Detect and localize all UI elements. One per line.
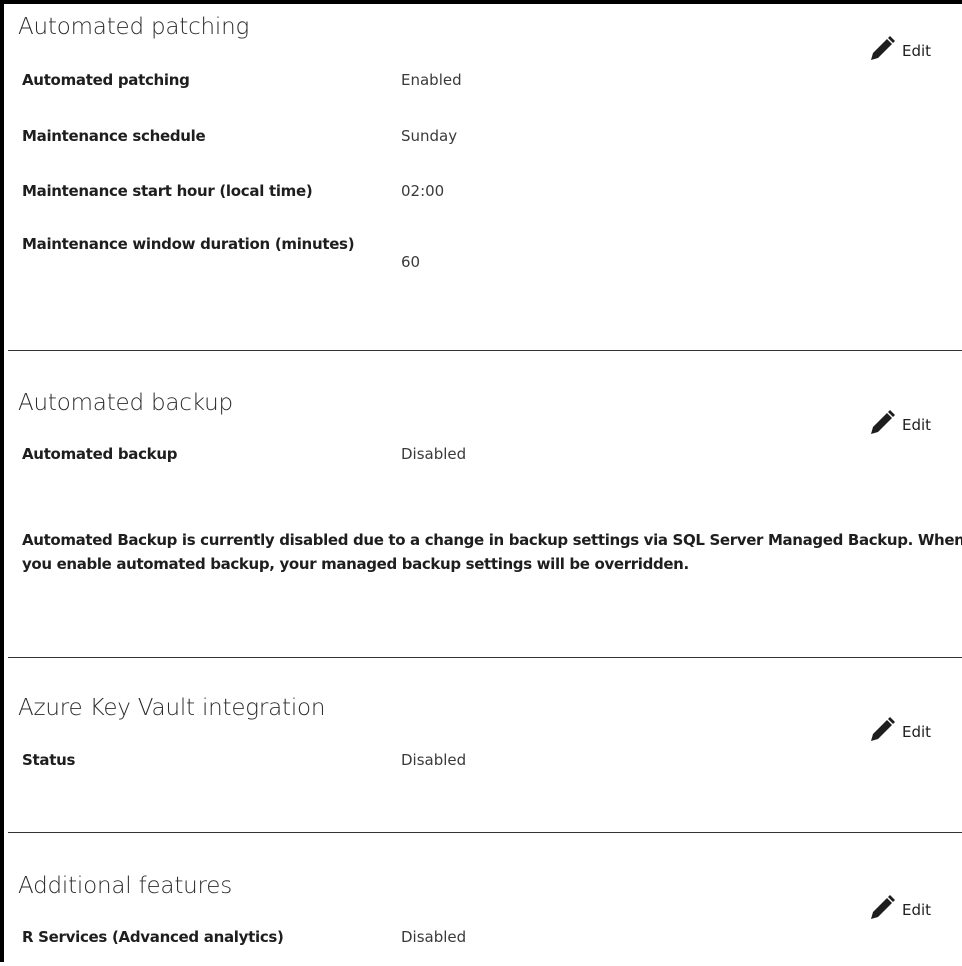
additional-features-section: Additional features Edit R Services (Adv… [4,832,962,966]
property-label: Maintenance start hour (local time) [22,182,313,200]
property-label: R Services (Advanced analytics) [22,928,284,946]
property-label: Maintenance schedule [22,127,206,145]
property-value: 02:00 [401,182,445,200]
edit-additional-features-button[interactable]: Edit [868,895,931,921]
automated-patching-section: Automated patching Edit Automated patchi… [4,4,962,354]
settings-panel: Automated patching Edit Automated patchi… [0,0,962,962]
edit-patching-button[interactable]: Edit [868,36,931,62]
key-vault-section: Azure Key Vault integration Edit Status … [4,657,962,835]
property-value: Sunday [401,127,458,145]
automated-backup-section: Automated backup Edit Automated backup D… [4,350,962,660]
section-title: Additional features [18,873,232,899]
property-label: Maintenance window duration (minutes) [22,235,355,253]
edit-label: Edit [902,42,932,60]
backup-notice: Automated Backup is currently disabled d… [22,531,962,573]
pencil-icon [868,36,898,62]
property-value: 60 [401,253,421,271]
pencil-icon [868,717,898,743]
property-label: Automated backup [22,445,178,463]
pencil-icon [868,410,898,436]
property-value: Disabled [401,445,467,463]
property-label: Status [22,751,76,769]
property-value: Disabled [401,928,467,946]
section-title: Automated backup [18,390,233,416]
edit-backup-button[interactable]: Edit [868,410,931,436]
edit-label: Edit [902,416,932,434]
edit-key-vault-button[interactable]: Edit [868,717,931,743]
edit-label: Edit [902,723,932,741]
property-value: Enabled [401,71,462,89]
edit-label: Edit [902,901,932,919]
property-label: Automated patching [22,71,190,89]
section-title: Automated patching [18,14,250,40]
pencil-icon [868,895,898,921]
section-title: Azure Key Vault integration [18,695,326,721]
property-value: Disabled [401,751,467,769]
